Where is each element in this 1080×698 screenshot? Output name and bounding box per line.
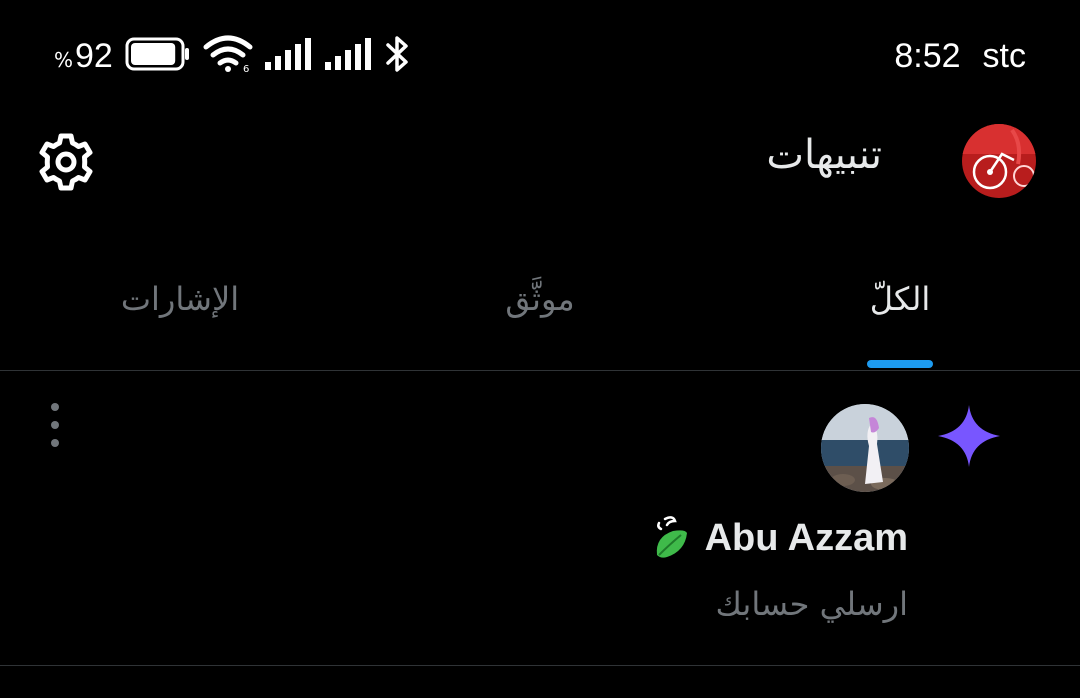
clock: 8:52	[894, 36, 961, 75]
battery-percentage: % 92	[54, 37, 113, 76]
more-vertical-icon	[51, 403, 59, 411]
settings-button[interactable]	[34, 130, 98, 194]
sparkle-icon	[936, 403, 1002, 469]
battery-percent-value: 92	[75, 36, 113, 75]
battery-icon	[125, 37, 191, 75]
notification-user-name[interactable]: Abu Azzam	[705, 517, 908, 560]
tab-mentions[interactable]: الإشارات	[110, 240, 250, 370]
tab-verified[interactable]: موثَّق	[490, 240, 590, 370]
notification-avatar[interactable]	[821, 404, 909, 492]
tab-label-all: الكلّ	[869, 280, 931, 318]
notification-text: ارسلي حسابك	[715, 585, 908, 623]
gear-icon	[39, 133, 93, 191]
svg-text:6: 6	[243, 64, 249, 73]
signal-icon-2	[324, 38, 373, 74]
signal-icon	[264, 38, 313, 74]
bluetooth-icon	[385, 35, 411, 77]
battery-percent-sign: %	[54, 47, 74, 72]
carrier-name: stc	[982, 36, 1026, 75]
active-tab-indicator	[867, 360, 933, 368]
page-title: تنبيهات	[766, 132, 882, 178]
status-bar: % 92 6 8:52 stc	[0, 0, 1080, 112]
profile-avatar[interactable]	[962, 124, 1036, 198]
notification-item[interactable]: Abu Azzam ارسلي حسابك	[0, 371, 1080, 666]
leaf-icon	[651, 515, 691, 561]
notification-user-line: Abu Azzam	[651, 515, 908, 561]
notification-tabs: الكلّ موثَّق الإشارات	[0, 240, 1080, 371]
tab-label-verified: موثَّق	[505, 280, 575, 318]
status-bar-left: % 92 6	[54, 34, 411, 78]
tab-all[interactable]: الكلّ	[860, 240, 940, 370]
app-header: تنبيهات	[0, 112, 1080, 212]
more-options-button[interactable]	[38, 403, 72, 447]
more-vertical-icon-dot	[51, 421, 59, 429]
wifi-icon: 6	[203, 35, 253, 77]
status-bar-right: 8:52 stc	[894, 34, 1026, 78]
more-vertical-icon-dot	[51, 439, 59, 447]
notifications-screen: % 92 6 8:52 stc تنبيهات الكلّ موثَّق الإ…	[0, 0, 1080, 698]
tab-label-mentions: الإشارات	[120, 280, 240, 318]
